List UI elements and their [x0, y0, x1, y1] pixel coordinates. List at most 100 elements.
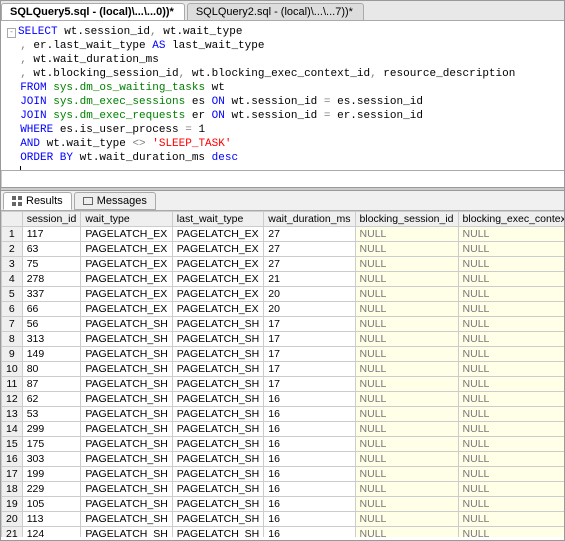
cell-blocking-exec-context-id[interactable]: NULL	[458, 422, 564, 437]
table-row[interactable]: 17199PAGELATCH_SHPAGELATCH_SH16NULLNULL8…	[2, 467, 565, 482]
cell-blocking-exec-context-id[interactable]: NULL	[458, 437, 564, 452]
cell-last-wait-type[interactable]: PAGELATCH_SH	[172, 482, 263, 497]
cell-blocking-session-id[interactable]: NULL	[355, 302, 458, 317]
table-row[interactable]: 21124PAGELATCH_SHPAGELATCH_SH16NULLNULL8…	[2, 527, 565, 538]
cell-blocking-session-id[interactable]: NULL	[355, 392, 458, 407]
tab-query2[interactable]: SQLQuery2.sql - (local)\...\...7))*	[187, 3, 364, 20]
cell-last-wait-type[interactable]: PAGELATCH_EX	[172, 257, 263, 272]
cell-wait-type[interactable]: PAGELATCH_SH	[81, 482, 172, 497]
cell-last-wait-type[interactable]: PAGELATCH_EX	[172, 242, 263, 257]
cell-blocking-session-id[interactable]: NULL	[355, 377, 458, 392]
cell-blocking-session-id[interactable]: NULL	[355, 287, 458, 302]
table-row[interactable]: 263PAGELATCH_EXPAGELATCH_EX27NULLNULL8:1…	[2, 242, 565, 257]
row-number[interactable]: 9	[2, 347, 23, 362]
cell-session-id[interactable]: 66	[22, 302, 81, 317]
row-number[interactable]: 16	[2, 452, 23, 467]
row-number[interactable]: 6	[2, 302, 23, 317]
cell-session-id[interactable]: 63	[22, 242, 81, 257]
cell-wait-duration-ms[interactable]: 16	[264, 392, 355, 407]
cell-session-id[interactable]: 62	[22, 392, 81, 407]
cell-wait-type[interactable]: PAGELATCH_SH	[81, 362, 172, 377]
col-last-wait-type[interactable]: last_wait_type	[172, 212, 263, 227]
cell-session-id[interactable]: 199	[22, 467, 81, 482]
cell-wait-duration-ms[interactable]: 16	[264, 482, 355, 497]
table-row[interactable]: 1262PAGELATCH_SHPAGELATCH_SH16NULLNULL8:…	[2, 392, 565, 407]
cell-blocking-session-id[interactable]: NULL	[355, 497, 458, 512]
row-number[interactable]: 2	[2, 242, 23, 257]
results-grid[interactable]: session_id wait_type last_wait_type wait…	[1, 211, 564, 537]
row-number[interactable]: 1	[2, 227, 23, 242]
cell-blocking-exec-context-id[interactable]: NULL	[458, 302, 564, 317]
cell-session-id[interactable]: 313	[22, 332, 81, 347]
table-row[interactable]: 1080PAGELATCH_SHPAGELATCH_SH17NULLNULL8:…	[2, 362, 565, 377]
cell-last-wait-type[interactable]: PAGELATCH_SH	[172, 422, 263, 437]
cell-blocking-exec-context-id[interactable]: NULL	[458, 347, 564, 362]
cell-wait-duration-ms[interactable]: 20	[264, 287, 355, 302]
cell-wait-type[interactable]: PAGELATCH_SH	[81, 452, 172, 467]
cell-blocking-exec-context-id[interactable]: NULL	[458, 512, 564, 527]
cell-last-wait-type[interactable]: PAGELATCH_SH	[172, 527, 263, 538]
cell-blocking-exec-context-id[interactable]: NULL	[458, 287, 564, 302]
row-number[interactable]: 3	[2, 257, 23, 272]
cell-last-wait-type[interactable]: PAGELATCH_EX	[172, 302, 263, 317]
cell-wait-type[interactable]: PAGELATCH_SH	[81, 437, 172, 452]
cell-last-wait-type[interactable]: PAGELATCH_SH	[172, 332, 263, 347]
cell-wait-type[interactable]: PAGELATCH_EX	[81, 287, 172, 302]
cell-wait-duration-ms[interactable]: 17	[264, 347, 355, 362]
table-row[interactable]: 756PAGELATCH_SHPAGELATCH_SH17NULLNULL8:1…	[2, 317, 565, 332]
cell-wait-duration-ms[interactable]: 27	[264, 242, 355, 257]
cell-blocking-session-id[interactable]: NULL	[355, 332, 458, 347]
cell-wait-type[interactable]: PAGELATCH_SH	[81, 422, 172, 437]
cell-session-id[interactable]: 117	[22, 227, 81, 242]
cell-wait-duration-ms[interactable]: 17	[264, 377, 355, 392]
cell-wait-duration-ms[interactable]: 17	[264, 362, 355, 377]
cell-blocking-session-id[interactable]: NULL	[355, 467, 458, 482]
cell-session-id[interactable]: 56	[22, 317, 81, 332]
row-number[interactable]: 17	[2, 467, 23, 482]
cell-blocking-exec-context-id[interactable]: NULL	[458, 332, 564, 347]
cell-last-wait-type[interactable]: PAGELATCH_SH	[172, 362, 263, 377]
cell-blocking-exec-context-id[interactable]: NULL	[458, 482, 564, 497]
cell-session-id[interactable]: 175	[22, 437, 81, 452]
row-number[interactable]: 7	[2, 317, 23, 332]
row-number[interactable]: 20	[2, 512, 23, 527]
cell-blocking-session-id[interactable]: NULL	[355, 257, 458, 272]
cell-session-id[interactable]: 229	[22, 482, 81, 497]
cell-blocking-exec-context-id[interactable]: NULL	[458, 392, 564, 407]
tab-query5[interactable]: SQLQuery5.sql - (local)\...\...0))*	[1, 3, 185, 20]
cell-last-wait-type[interactable]: PAGELATCH_SH	[172, 407, 263, 422]
cell-wait-duration-ms[interactable]: 20	[264, 302, 355, 317]
col-blocking-exec-context-id[interactable]: blocking_exec_context_id	[458, 212, 564, 227]
cell-blocking-session-id[interactable]: NULL	[355, 437, 458, 452]
cell-wait-duration-ms[interactable]: 16	[264, 452, 355, 467]
row-number[interactable]: 12	[2, 392, 23, 407]
row-number[interactable]: 4	[2, 272, 23, 287]
cell-last-wait-type[interactable]: PAGELATCH_SH	[172, 317, 263, 332]
table-row[interactable]: 1353PAGELATCH_SHPAGELATCH_SH16NULLNULL8:…	[2, 407, 565, 422]
cell-wait-type[interactable]: PAGELATCH_SH	[81, 527, 172, 538]
row-number[interactable]: 14	[2, 422, 23, 437]
cell-session-id[interactable]: 75	[22, 257, 81, 272]
table-row[interactable]: 14299PAGELATCH_SHPAGELATCH_SH16NULLNULL8…	[2, 422, 565, 437]
cell-wait-duration-ms[interactable]: 27	[264, 257, 355, 272]
col-wait-type[interactable]: wait_type	[81, 212, 172, 227]
cell-blocking-session-id[interactable]: NULL	[355, 527, 458, 538]
table-row[interactable]: 8313PAGELATCH_SHPAGELATCH_SH17NULLNULL8:…	[2, 332, 565, 347]
cell-last-wait-type[interactable]: PAGELATCH_EX	[172, 227, 263, 242]
table-row[interactable]: 1117PAGELATCH_EXPAGELATCH_EX27NULLNULL8:…	[2, 227, 565, 242]
table-row[interactable]: 666PAGELATCH_EXPAGELATCH_EX20NULLNULL8:1…	[2, 302, 565, 317]
table-row[interactable]: 19105PAGELATCH_SHPAGELATCH_SH16NULLNULL8…	[2, 497, 565, 512]
results-grid-wrapper[interactable]: session_id wait_type last_wait_type wait…	[1, 211, 564, 537]
cell-wait-type[interactable]: PAGELATCH_EX	[81, 272, 172, 287]
cell-wait-duration-ms[interactable]: 16	[264, 422, 355, 437]
cell-blocking-session-id[interactable]: NULL	[355, 512, 458, 527]
cell-blocking-session-id[interactable]: NULL	[355, 317, 458, 332]
table-row[interactable]: 9149PAGELATCH_SHPAGELATCH_SH17NULLNULL8:…	[2, 347, 565, 362]
cell-blocking-session-id[interactable]: NULL	[355, 242, 458, 257]
cell-wait-type[interactable]: PAGELATCH_SH	[81, 407, 172, 422]
table-row[interactable]: 16303PAGELATCH_SHPAGELATCH_SH16NULLNULL8…	[2, 452, 565, 467]
cell-blocking-session-id[interactable]: NULL	[355, 482, 458, 497]
cell-session-id[interactable]: 149	[22, 347, 81, 362]
row-number[interactable]: 21	[2, 527, 23, 538]
row-number[interactable]: 11	[2, 377, 23, 392]
